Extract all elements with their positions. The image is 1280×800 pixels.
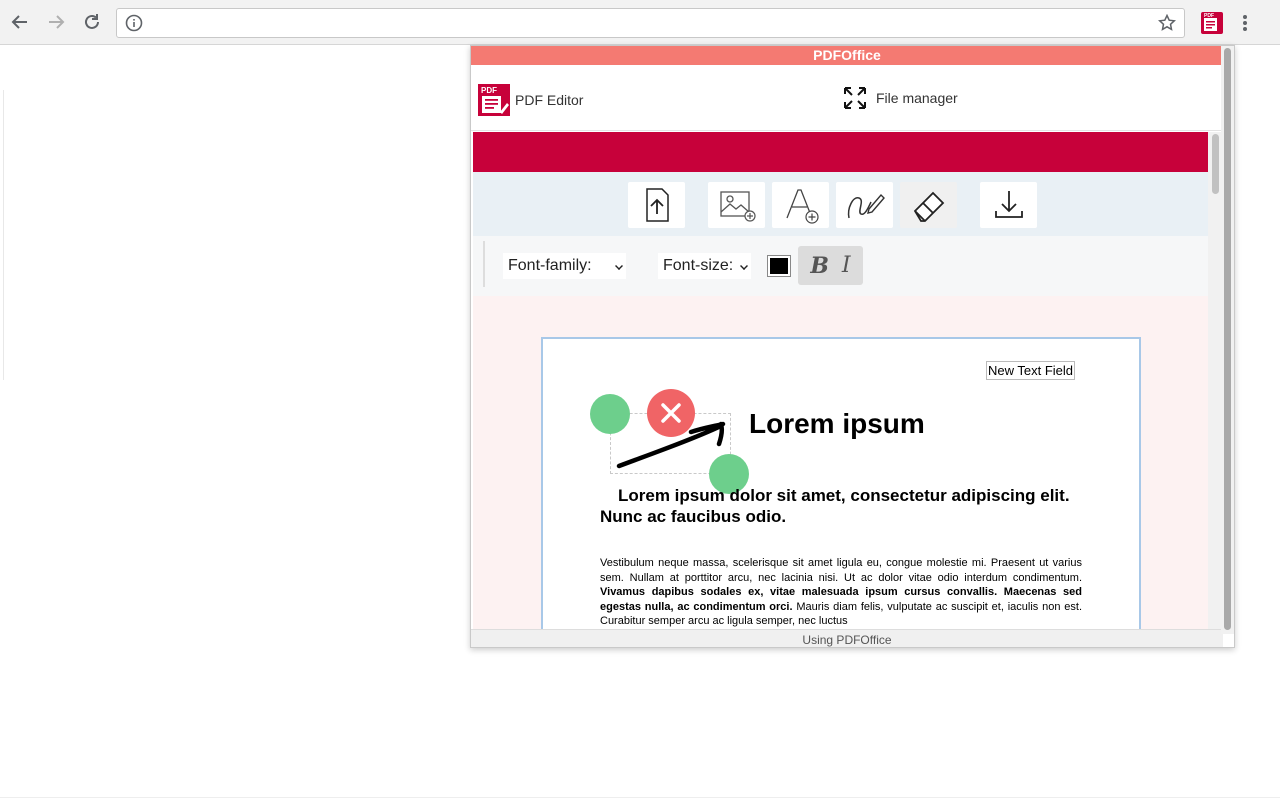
draw-icon	[847, 193, 885, 219]
forward-button[interactable]	[44, 10, 68, 34]
tool-toolbar	[473, 172, 1208, 236]
scrollbar-thumb[interactable]	[1224, 48, 1231, 630]
upload-button[interactable]	[628, 182, 685, 228]
body-text-part: Vestibulum neque massa, scelerisque sit …	[600, 557, 1082, 584]
document-body: Vestibulum neque massa, scelerisque sit …	[600, 556, 1082, 629]
chevron-down-icon	[615, 262, 623, 270]
page-divider	[0, 797, 1280, 798]
format-divider	[483, 241, 485, 287]
pdfoffice-popup: PDFOffice PDF PDF Editor File manager Fo…	[470, 45, 1235, 648]
font-family-label: Font-family:	[508, 257, 592, 274]
format-toolbar: Font-family: Font-size: B I	[473, 236, 1208, 296]
add-text-icon	[785, 189, 819, 224]
scrollbar-thumb[interactable]	[1212, 134, 1219, 194]
brand-band	[473, 132, 1208, 172]
color-fill	[770, 258, 788, 274]
popup-scrollbar[interactable]	[1221, 46, 1234, 634]
pdfoffice-extension-icon[interactable]: PDF	[1201, 12, 1223, 34]
browser-toolbar: PDF	[0, 0, 1280, 45]
delete-drawing-button[interactable]	[647, 389, 695, 437]
address-bar[interactable]	[116, 8, 1185, 38]
reload-button[interactable]	[80, 10, 104, 34]
file-manager-label: File manager	[876, 90, 958, 106]
download-button[interactable]	[980, 182, 1037, 228]
resize-handle-top-left[interactable]	[590, 394, 630, 434]
popup-footer: Using PDFOffice	[471, 629, 1223, 647]
svg-text:PDF: PDF	[1204, 13, 1214, 19]
editor-workspace[interactable]: New Text Field Lorem ipsum Lorem ipsum d…	[473, 296, 1208, 629]
font-size-label: Font-size:	[663, 257, 734, 274]
bookmark-star-icon[interactable]	[1158, 14, 1176, 32]
back-button[interactable]	[8, 10, 32, 34]
file-manager-tab[interactable]: File manager	[843, 86, 958, 110]
pdf-editor-label: PDF Editor	[515, 92, 584, 108]
add-image-icon	[719, 191, 756, 222]
pdf-editor-icon: PDF	[478, 84, 510, 116]
add-image-button[interactable]	[708, 182, 765, 228]
document-subheading: Lorem ipsum dolor sit amet, consectetur …	[600, 486, 1070, 526]
svg-text:PDF: PDF	[481, 86, 497, 95]
pdf-editor-tab[interactable]: PDF PDF Editor	[478, 84, 583, 116]
reload-icon	[85, 14, 99, 29]
app-header: PDF PDF Editor File manager	[471, 65, 1223, 131]
back-arrow-icon	[11, 15, 27, 29]
expand-icon	[844, 87, 866, 109]
browser-menu-icon[interactable]	[1236, 12, 1254, 34]
info-icon[interactable]	[125, 14, 143, 32]
chevron-down-icon	[740, 262, 748, 270]
font-size-select[interactable]: Font-size:	[658, 253, 751, 279]
new-text-field[interactable]: New Text Field	[986, 361, 1076, 380]
bold-button[interactable]: B	[810, 253, 829, 279]
forward-arrow-icon	[49, 15, 65, 29]
text-color-picker[interactable]	[767, 255, 791, 277]
close-icon	[661, 403, 681, 423]
page-edge	[3, 90, 4, 380]
italic-button[interactable]: I	[842, 253, 851, 278]
upload-icon	[645, 188, 669, 222]
pdf-page[interactable]: New Text Field Lorem ipsum Lorem ipsum d…	[541, 337, 1141, 629]
eraser-button[interactable]	[900, 182, 957, 228]
add-text-button[interactable]	[772, 182, 829, 228]
eraser-icon	[913, 191, 944, 222]
document-heading: Lorem ipsum	[749, 408, 925, 439]
download-icon	[994, 191, 1023, 218]
font-family-select[interactable]: Font-family:	[503, 253, 626, 279]
draw-button[interactable]	[836, 182, 893, 228]
popup-title: PDFOffice	[471, 46, 1223, 65]
style-toggle-group: B I	[798, 246, 863, 285]
